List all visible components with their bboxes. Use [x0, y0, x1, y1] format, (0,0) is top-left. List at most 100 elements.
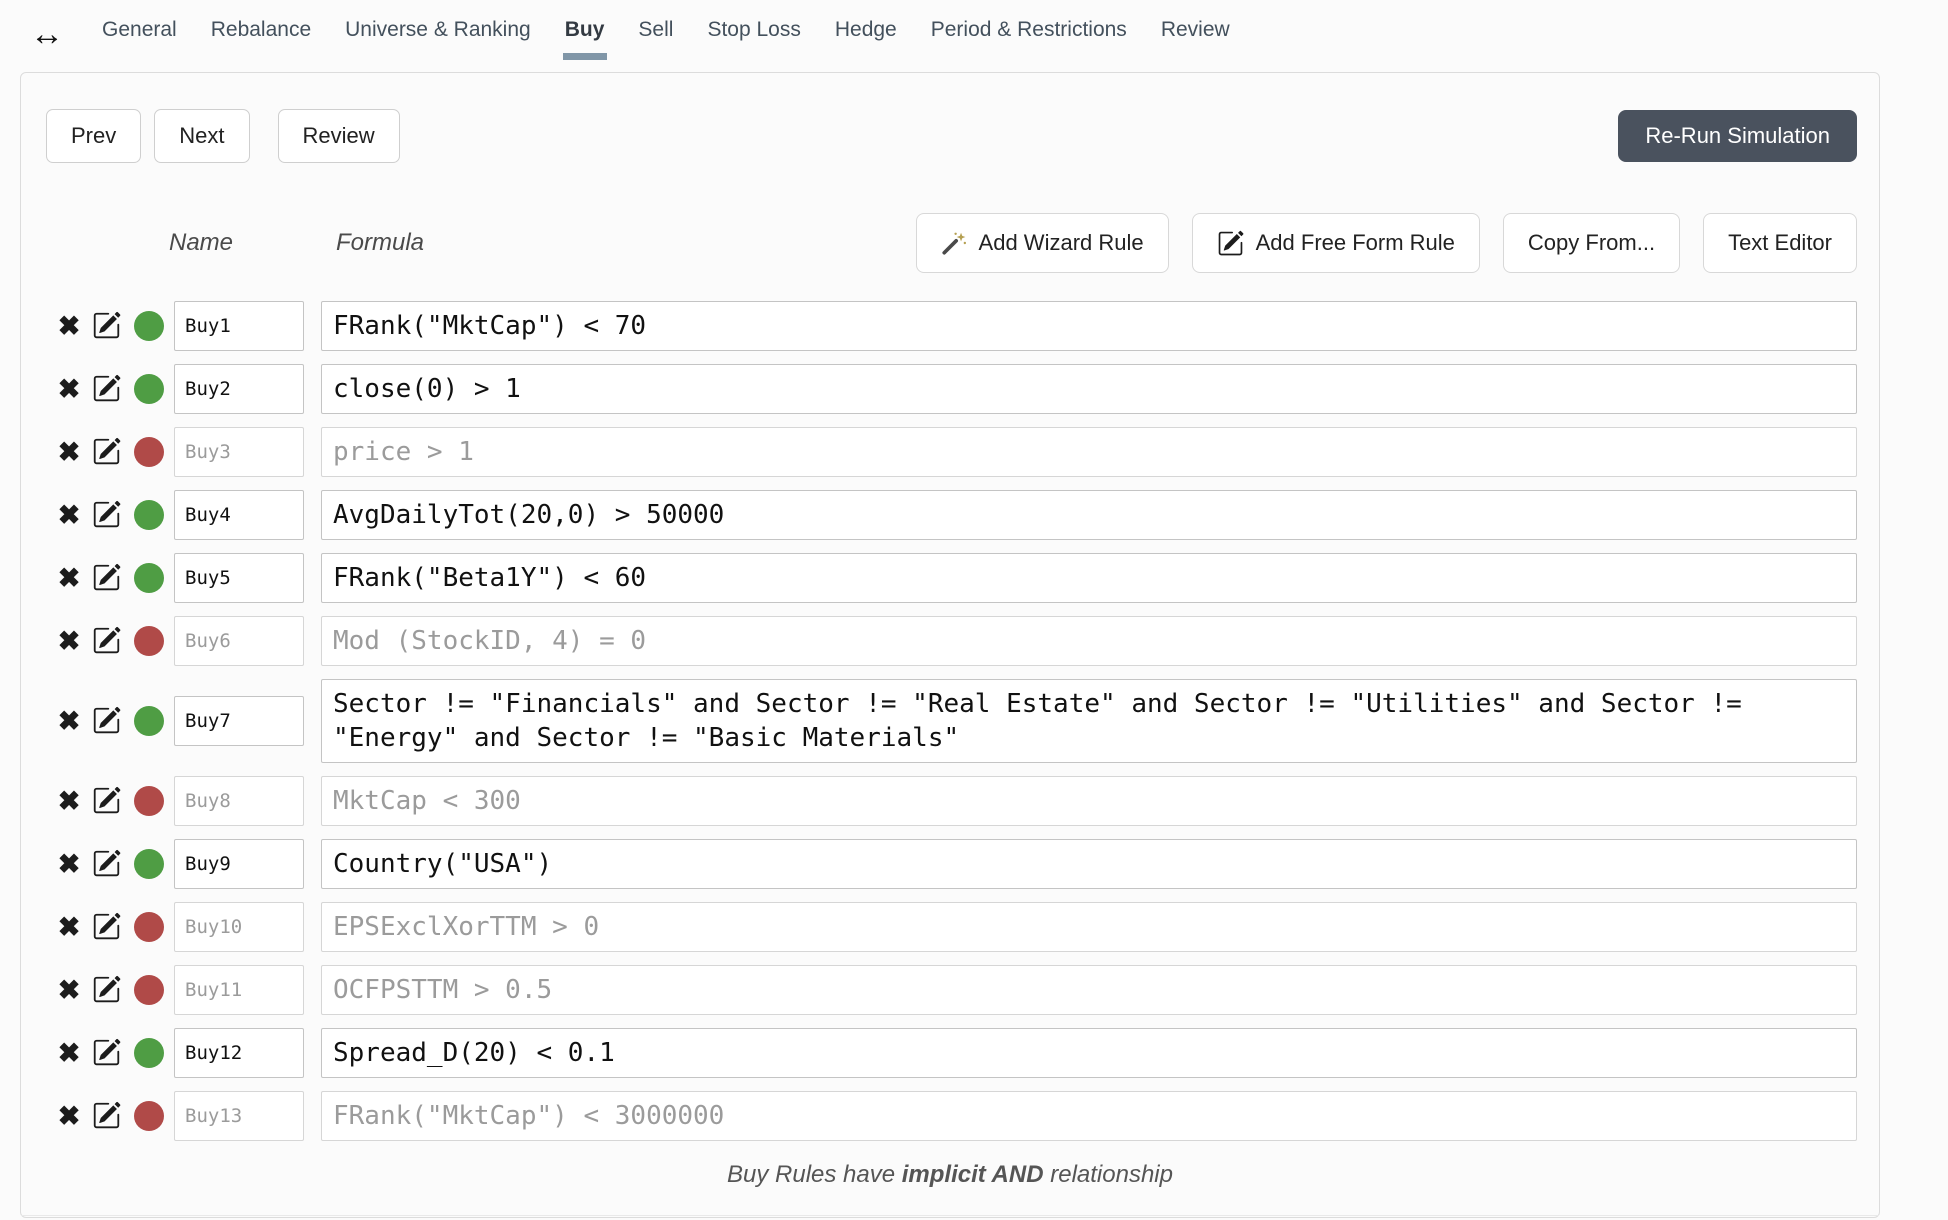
rule-name-input[interactable]	[174, 553, 304, 603]
rule-formula-input[interactable]: OCFPSTTM > 0.5	[321, 965, 1857, 1015]
rule-formula-input[interactable]: FRank("MktCap") < 70	[321, 301, 1857, 351]
rule-rows: ✖ FRank("MktCap") < 70 ✖ close(0) > 1 ✖	[21, 301, 1879, 1141]
rule-name-input[interactable]	[174, 364, 304, 414]
rule-status-toggle[interactable]	[134, 311, 164, 341]
nav-tab-hedge[interactable]: Hedge	[835, 12, 897, 56]
rule-status-toggle[interactable]	[134, 975, 164, 1005]
rule-name-input[interactable]	[174, 427, 304, 477]
rule-status-toggle[interactable]	[134, 563, 164, 593]
rule-formula-input[interactable]: Spread_D(20) < 0.1	[321, 1028, 1857, 1078]
rule-status-toggle[interactable]	[134, 912, 164, 942]
delete-rule-icon[interactable]: ✖	[54, 851, 84, 878]
add-free-form-rule-button[interactable]: Add Free Form Rule	[1192, 213, 1480, 273]
delete-rule-icon[interactable]: ✖	[54, 1040, 84, 1067]
delete-rule-icon[interactable]: ✖	[54, 708, 84, 735]
magic-wand-icon	[941, 230, 967, 256]
rule-formula-input[interactable]: close(0) > 1	[321, 364, 1857, 414]
text-editor-button[interactable]: Text Editor	[1703, 213, 1857, 273]
double-arrow-icon[interactable]: ↔	[30, 17, 64, 51]
rule-status-toggle[interactable]	[134, 374, 164, 404]
nav-tab-rebalance[interactable]: Rebalance	[211, 12, 311, 56]
rule-status-toggle[interactable]	[134, 1038, 164, 1068]
rule-name-input[interactable]	[174, 696, 304, 746]
note-prefix: Buy Rules have	[727, 1161, 902, 1188]
rule-row: ✖ FRank("MktCap") < 70	[54, 301, 1857, 351]
rule-name-input[interactable]	[174, 1028, 304, 1078]
rule-status-toggle[interactable]	[134, 706, 164, 736]
edit-rule-icon[interactable]	[92, 563, 122, 593]
note-suffix: relationship	[1044, 1161, 1173, 1188]
rule-formula-input[interactable]: FRank("Beta1Y") < 60	[321, 553, 1857, 603]
edit-rule-icon[interactable]	[92, 1101, 122, 1131]
rule-row: ✖ Country("USA")	[54, 839, 1857, 889]
formula-column-header: Formula	[336, 229, 424, 257]
delete-rule-icon[interactable]: ✖	[54, 313, 84, 340]
edit-rule-icon[interactable]	[92, 311, 122, 341]
add-free-form-rule-label: Add Free Form Rule	[1256, 230, 1455, 256]
edit-rule-icon[interactable]	[92, 500, 122, 530]
rule-row: ✖ close(0) > 1	[54, 364, 1857, 414]
prev-button[interactable]: Prev	[46, 109, 141, 163]
rule-status-toggle[interactable]	[134, 1101, 164, 1131]
note-bold: implicit AND	[902, 1161, 1044, 1188]
rule-name-input[interactable]	[174, 301, 304, 351]
delete-rule-icon[interactable]: ✖	[54, 439, 84, 466]
rule-formula-input[interactable]: FRank("MktCap") < 3000000	[321, 1091, 1857, 1141]
delete-rule-icon[interactable]: ✖	[54, 914, 84, 941]
rule-name-input[interactable]	[174, 490, 304, 540]
rule-status-toggle[interactable]	[134, 849, 164, 879]
nav-tab-period-restrictions[interactable]: Period & Restrictions	[931, 12, 1127, 56]
rule-formula-input[interactable]: EPSExclXorTTM > 0	[321, 902, 1857, 952]
nav-tab-universe-ranking[interactable]: Universe & Ranking	[345, 12, 531, 56]
rule-name-input[interactable]	[174, 965, 304, 1015]
rule-formula-input[interactable]: AvgDailyTot(20,0) > 50000	[321, 490, 1857, 540]
rule-name-input[interactable]	[174, 902, 304, 952]
delete-rule-icon[interactable]: ✖	[54, 788, 84, 815]
rule-row: ✖ price > 1	[54, 427, 1857, 477]
edit-rule-icon[interactable]	[92, 912, 122, 942]
rule-formula-input[interactable]: Sector != "Financials" and Sector != "Re…	[321, 679, 1857, 763]
rerun-simulation-button[interactable]: Re-Run Simulation	[1618, 110, 1857, 162]
rule-name-input[interactable]	[174, 616, 304, 666]
rule-action-buttons: Add Wizard Rule Add Free Form Rule Copy …	[916, 213, 1857, 273]
edit-rule-icon[interactable]	[92, 706, 122, 736]
rule-row: ✖ Mod (StockID, 4) = 0	[54, 616, 1857, 666]
rule-name-input[interactable]	[174, 839, 304, 889]
edit-rule-icon[interactable]	[92, 437, 122, 467]
rule-formula-input[interactable]: MktCap < 300	[321, 776, 1857, 826]
edit-rule-icon[interactable]	[92, 849, 122, 879]
edit-rule-icon[interactable]	[92, 626, 122, 656]
pencil-square-icon	[1217, 230, 1244, 257]
edit-rule-icon[interactable]	[92, 374, 122, 404]
nav-tab-general[interactable]: General	[102, 12, 177, 56]
rule-formula-input[interactable]: price > 1	[321, 427, 1857, 477]
delete-rule-icon[interactable]: ✖	[54, 1103, 84, 1130]
nav-tab-buy[interactable]: Buy	[565, 12, 605, 56]
nav-tab-review[interactable]: Review	[1161, 12, 1230, 56]
rule-status-toggle[interactable]	[134, 437, 164, 467]
delete-rule-icon[interactable]: ✖	[54, 376, 84, 403]
edit-rule-icon[interactable]	[92, 786, 122, 816]
nav-tab-sell[interactable]: Sell	[638, 12, 673, 56]
copy-from-button[interactable]: Copy From...	[1503, 213, 1680, 273]
rule-formula-input[interactable]: Country("USA")	[321, 839, 1857, 889]
delete-rule-icon[interactable]: ✖	[54, 977, 84, 1004]
rule-status-toggle[interactable]	[134, 626, 164, 656]
add-wizard-rule-button[interactable]: Add Wizard Rule	[916, 213, 1169, 273]
edit-rule-icon[interactable]	[92, 1038, 122, 1068]
next-button[interactable]: Next	[154, 109, 249, 163]
rule-row: ✖ Spread_D(20) < 0.1	[54, 1028, 1857, 1078]
delete-rule-icon[interactable]: ✖	[54, 565, 84, 592]
rule-status-toggle[interactable]	[134, 500, 164, 530]
delete-rule-icon[interactable]: ✖	[54, 628, 84, 655]
rule-name-input[interactable]	[174, 776, 304, 826]
bottom-divider	[21, 1215, 1879, 1216]
nav-tab-stop-loss[interactable]: Stop Loss	[707, 12, 800, 56]
rule-name-input[interactable]	[174, 1091, 304, 1141]
rule-formula-input[interactable]: Mod (StockID, 4) = 0	[321, 616, 1857, 666]
delete-rule-icon[interactable]: ✖	[54, 502, 84, 529]
edit-rule-icon[interactable]	[92, 975, 122, 1005]
rule-status-toggle[interactable]	[134, 786, 164, 816]
rule-row: ✖ FRank("Beta1Y") < 60	[54, 553, 1857, 603]
review-button[interactable]: Review	[278, 109, 400, 163]
